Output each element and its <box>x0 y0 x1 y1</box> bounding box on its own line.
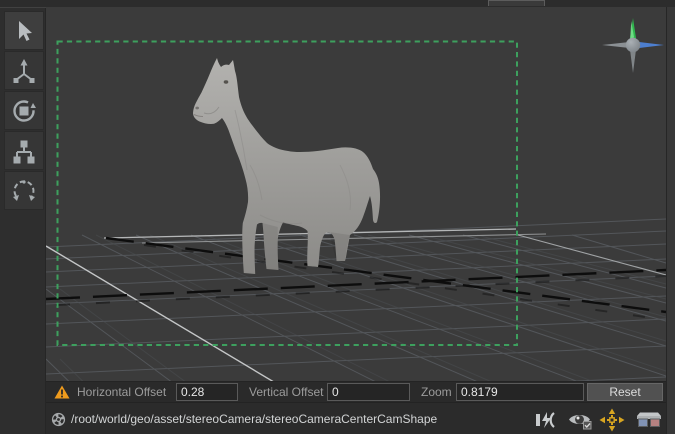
vertical-offset-input[interactable] <box>327 383 410 401</box>
rotate-tool-button[interactable] <box>4 91 44 130</box>
translate-axes-icon <box>9 56 39 86</box>
viewport-3d[interactable] <box>46 7 666 434</box>
horizontal-offset-label: Horizontal Offset <box>77 385 166 399</box>
scene <box>46 7 666 434</box>
select-tool-button[interactable] <box>4 11 44 50</box>
node-hierarchy-icon <box>9 136 39 166</box>
warning-triangle-icon <box>54 385 70 399</box>
translate-tool-button[interactable] <box>4 51 44 90</box>
status-bar: /root/world/geo/asset/stereoCamera/stere… <box>46 402 666 434</box>
stereo-controls-bar: Horizontal Offset Vertical Offset Zoom R… <box>46 381 666 402</box>
orbit-tool-button[interactable] <box>4 171 44 210</box>
flash-render-icon[interactable] <box>535 411 561 429</box>
right-edge-strip <box>666 7 675 434</box>
reset-button[interactable]: Reset <box>587 383 663 401</box>
cursor-arrow-icon <box>9 16 39 46</box>
horse-eye <box>224 80 229 83</box>
pan-arrows-icon[interactable] <box>599 408 625 432</box>
orbit-rotate-icon <box>9 176 39 206</box>
stereo-camera-viewport-window: Horizontal Offset Vertical Offset Zoom R… <box>0 0 675 434</box>
horizontal-offset-input[interactable] <box>176 383 238 401</box>
zoom-input[interactable] <box>456 383 584 401</box>
camera-aperture-icon <box>51 412 66 427</box>
horse-nostril <box>195 107 199 110</box>
top-partial-tab[interactable] <box>488 0 545 6</box>
gizmo-center-ball <box>626 38 640 52</box>
zoom-label: Zoom <box>421 385 452 399</box>
camera-path: /root/world/geo/asset/stereoCamera/stere… <box>71 412 437 426</box>
transform-hierarchy-tool-button[interactable] <box>4 131 44 170</box>
rotate-ring-icon <box>9 96 39 126</box>
visibility-eye-icon[interactable] <box>567 410 594 430</box>
stereo-glasses-icon[interactable] <box>635 411 663 428</box>
tool-rail <box>0 8 46 434</box>
orientation-gizmo[interactable] <box>602 18 664 73</box>
vertical-offset-label: Vertical Offset <box>249 385 323 399</box>
